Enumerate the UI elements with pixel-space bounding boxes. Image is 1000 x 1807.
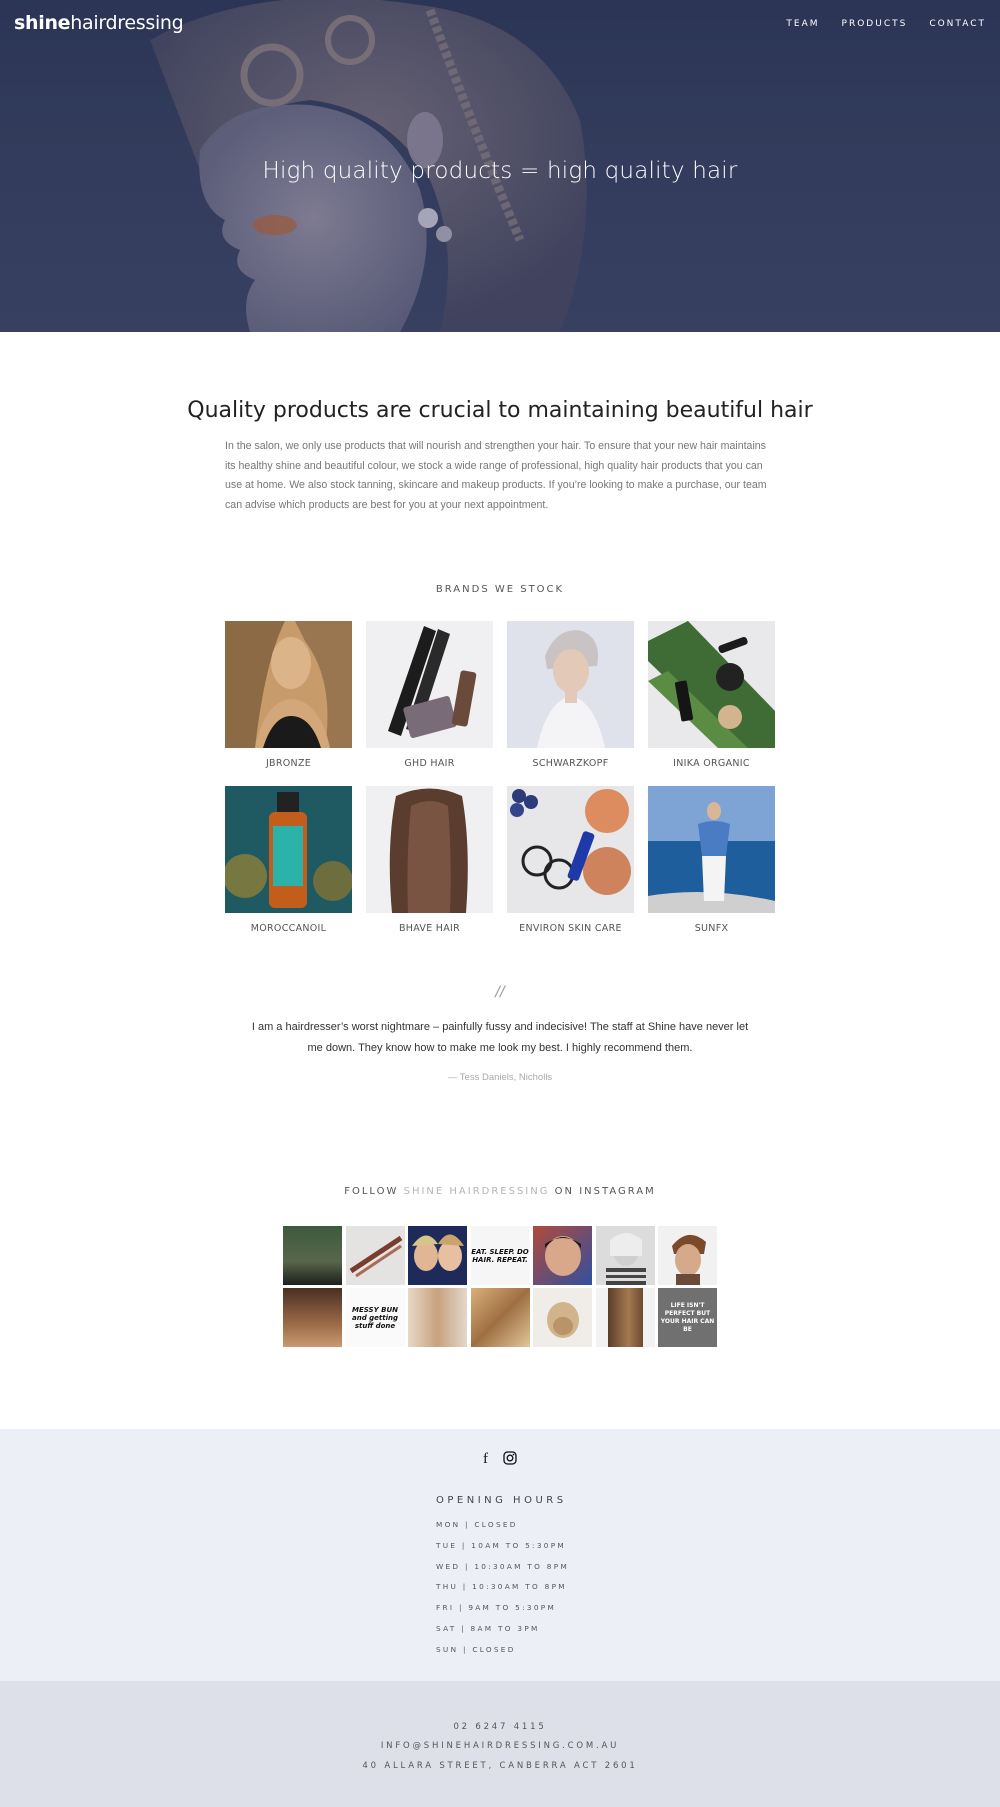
social-links: f	[0, 1449, 1000, 1469]
hero-title: High quality products = high quality hai…	[262, 158, 738, 184]
contact-address: 40 ALLARA STREET, CANBERRA ACT 2601	[362, 1761, 638, 1771]
brand-image[interactable]	[648, 786, 775, 913]
brand-image[interactable]	[225, 786, 352, 913]
brand-card-inika-organic[interactable]: INIKA ORGANIC	[648, 621, 775, 769]
instagram-tile-text: MESSY BUN and getting stuff done	[352, 1305, 398, 1330]
brand-card-sunfx[interactable]: SUNFX	[648, 786, 775, 934]
nav-contact[interactable]: CONTACT	[929, 19, 986, 29]
brand-image[interactable]	[366, 621, 493, 748]
footer-hours: f OPENING HOURS MON | CLOSED TUE | 10AM …	[0, 1429, 1000, 1681]
brand-name: SCHWARZKOPF	[532, 758, 609, 769]
brand-image[interactable]	[366, 786, 493, 913]
footer-contact: 02 6247 4115 INFO@SHINEHAIRDRESSING.COM.…	[0, 1681, 1000, 1807]
facebook-icon[interactable]: f	[483, 1451, 488, 1468]
intro-title: Quality products are crucial to maintain…	[187, 398, 813, 423]
instagram-tile[interactable]	[283, 1226, 342, 1285]
instagram-tile[interactable]: MESSY BUN and getting stuff done	[345, 1288, 405, 1347]
brand-name: INIKA ORGANIC	[673, 758, 750, 769]
brand-image[interactable]	[648, 621, 775, 748]
instagram-icon[interactable]	[503, 1450, 517, 1469]
brand-card-bhave-hair[interactable]: BHAVE HAIR	[366, 786, 493, 934]
brand-card-jbronze[interactable]: JBRONZE	[225, 621, 352, 769]
intro-text: In the salon, we only use products that …	[225, 440, 767, 511]
instagram-heading-prefix: FOLLOW	[344, 1186, 404, 1197]
instagram-tile[interactable]	[533, 1226, 592, 1285]
brand-card-environ-skin-care[interactable]: ENVIRON SKIN CARE	[507, 786, 634, 934]
testimonial-author: — Tess Daniels, Nicholls	[447, 1072, 553, 1083]
instagram-grid: EAT. SLEEP. DO HAIR. REPEAT. MESSY BUN a…	[283, 1226, 719, 1347]
instagram-tile[interactable]	[470, 1288, 530, 1347]
brand-name: JBRONZE	[265, 758, 312, 769]
instagram-handle-link[interactable]: SHINE HAIRDRESSING	[404, 1186, 550, 1197]
logo-light: hairdressing	[70, 12, 184, 34]
brands-heading: BRANDS WE STOCK	[435, 584, 565, 595]
brand-card-ghd-hair[interactable]: GHD HAIR	[366, 621, 493, 769]
opening-hours-list: MON | CLOSED TUE | 10AM TO 5:30PM WED | …	[436, 1520, 569, 1666]
brand-name: ENVIRON SKIN CARE	[519, 923, 622, 934]
instagram-tile[interactable]: EAT. SLEEP. DO HAIR. REPEAT.	[470, 1226, 530, 1285]
hours-row: THU | 10:30AM TO 8PM	[436, 1582, 567, 1592]
instagram-heading: FOLLOW SHINE HAIRDRESSING ON INSTAGRAM	[0, 1186, 1000, 1197]
logo-bold: shine	[14, 12, 71, 34]
instagram-tile[interactable]: LIFE ISN'T PERFECT BUT YOUR HAIR CAN BE	[658, 1288, 717, 1347]
brand-card-moroccanoil[interactable]: MOROCCANOIL	[225, 786, 352, 934]
brand-image[interactable]	[225, 621, 352, 748]
logo[interactable]: shinehairdressing	[14, 12, 184, 34]
instagram-tile-text: EAT. SLEEP. DO HAIR. REPEAT.	[471, 1247, 529, 1264]
hours-row: FRI | 9AM TO 5:30PM	[436, 1603, 557, 1613]
contact-email[interactable]: INFO@SHINEHAIRDRESSING.COM.AU	[0, 1741, 1000, 1751]
hours-row: TUE | 10AM TO 5:30PM	[436, 1540, 566, 1550]
instagram-tile[interactable]	[533, 1288, 592, 1347]
brand-name: SUNFX	[694, 923, 729, 934]
brand-image[interactable]	[507, 621, 634, 748]
nav-team[interactable]: TEAM	[786, 19, 819, 29]
instagram-tile[interactable]	[595, 1288, 655, 1347]
quote-mark: //	[495, 984, 505, 1000]
instagram-tile[interactable]	[408, 1288, 467, 1347]
instagram-tile[interactable]	[283, 1288, 342, 1347]
instagram-heading-suffix: ON INSTAGRAM	[549, 1186, 656, 1197]
opening-hours-title: OPENING HOURS	[436, 1495, 567, 1506]
instagram-tile-text: LIFE ISN'T PERFECT BUT YOUR HAIR CAN BE	[660, 1301, 715, 1333]
brand-name: GHD HAIR	[404, 758, 455, 769]
brand-name: MOROCCANOIL	[250, 923, 327, 934]
brand-name: BHAVE HAIR	[398, 923, 461, 934]
instagram-tile[interactable]	[345, 1226, 405, 1285]
instagram-tile[interactable]	[595, 1226, 655, 1285]
hours-row: SAT | 8AM TO 3PM	[436, 1623, 540, 1633]
hours-row: WED | 10:30AM TO 8PM	[436, 1561, 570, 1571]
hours-row: SUN | CLOSED	[436, 1644, 516, 1654]
hero-banner: shinehairdressing TEAM PRODUCTS CONTACT …	[0, 0, 1000, 332]
brand-image[interactable]	[507, 786, 634, 913]
contact-phone[interactable]: 02 6247 4115	[0, 1722, 1000, 1732]
hours-row: MON | CLOSED	[436, 1520, 518, 1529]
instagram-tile[interactable]	[658, 1226, 717, 1285]
main-nav: TEAM PRODUCTS CONTACT	[786, 19, 986, 29]
brand-card-schwarzkopf[interactable]: SCHWARZKOPF	[507, 621, 634, 769]
nav-products[interactable]: PRODUCTS	[842, 19, 908, 29]
instagram-tile[interactable]	[408, 1226, 467, 1285]
testimonial-text: I am a hairdresser’s worst nightmare – p…	[251, 1021, 749, 1054]
